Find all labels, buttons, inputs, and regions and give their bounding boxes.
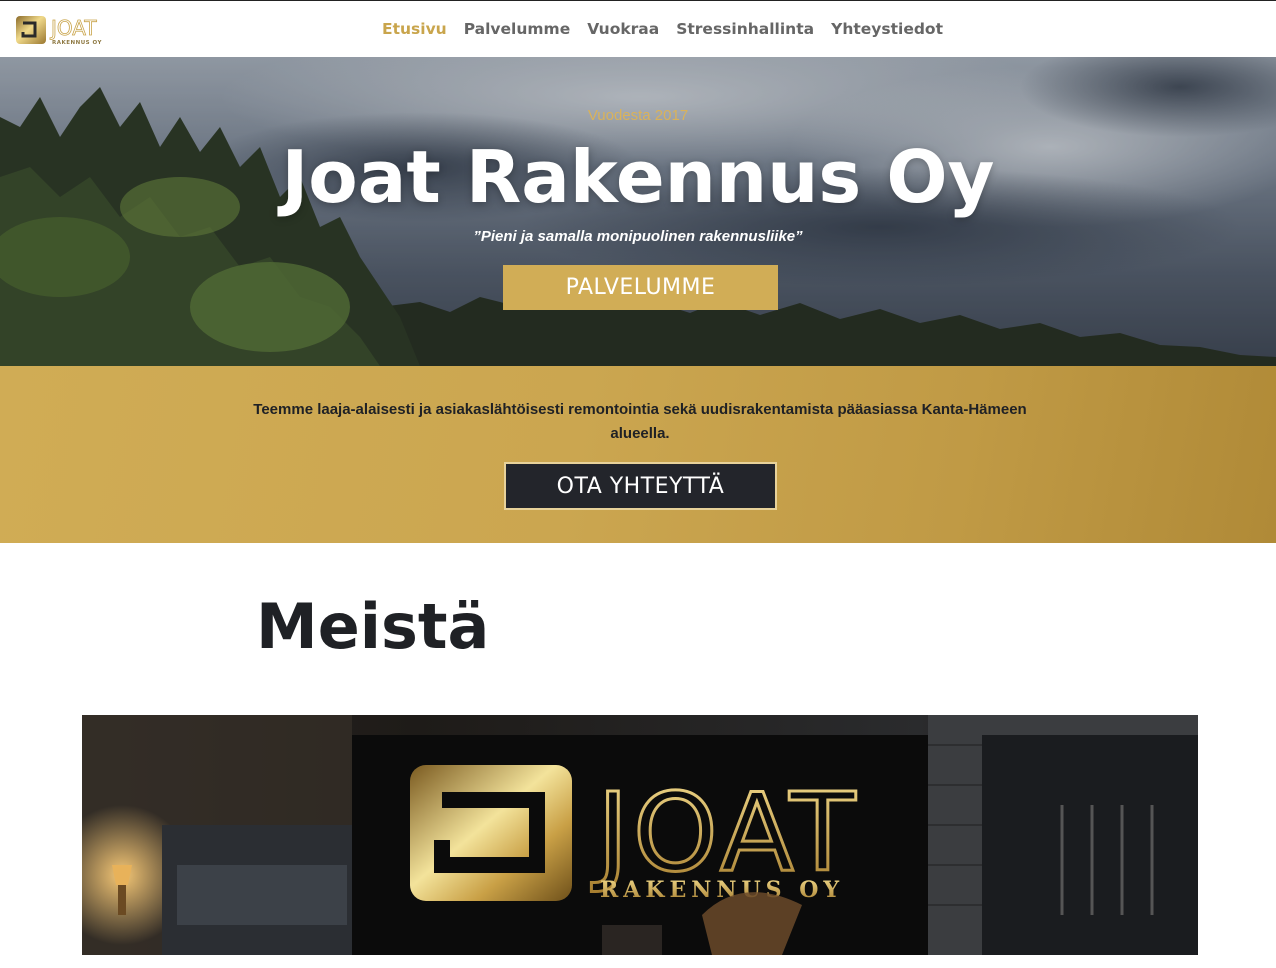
services-button[interactable]: PALVELUMME — [503, 265, 778, 310]
hero-title: Joat Rakennus Oy — [281, 135, 995, 219]
about-title: Meistä — [256, 590, 490, 663]
nav-item-etusivu[interactable]: Etusivu — [382, 20, 447, 38]
about-joat-logo: JOAT RAKENNUS OY — [410, 765, 857, 903]
hero-section: Vuodesta 2017 Joat Rakennus Oy ”Pieni ja… — [0, 57, 1276, 366]
contact-button[interactable]: OTA YHTEYTTÄ — [504, 462, 777, 510]
site-logo[interactable]: JOAT RAKENNUS OY — [15, 14, 110, 46]
nav-item-palvelumme[interactable]: Palvelumme — [464, 20, 571, 38]
joat-logo-icon — [16, 16, 46, 44]
nav-item-vuokraa[interactable]: Vuokraa — [587, 20, 659, 38]
nav-item-stressinhallinta[interactable]: Stressinhallinta — [676, 20, 814, 38]
about-image: JOAT RAKENNUS OY — [82, 715, 1198, 955]
main-nav: Etusivu Palvelumme Vuokraa Stressinhalli… — [382, 20, 943, 38]
site-header: JOAT RAKENNUS OY Etusivu Palvelumme Vuok… — [0, 0, 1276, 57]
about-photo: JOAT RAKENNUS OY — [82, 715, 1198, 955]
about-logo-subtitle: RAKENNUS OY — [600, 877, 844, 903]
intro-band: Teemme laaja-alaisesti ja asiakaslähtöis… — [0, 366, 1276, 543]
hero-tagline: ”Pieni ja samalla monipuolinen rakennusl… — [473, 228, 803, 245]
logo-wordmark: JOAT — [49, 16, 97, 40]
intro-text: Teemme laaja-alaisesti ja asiakaslähtöis… — [253, 401, 1027, 442]
logo-subtitle: RAKENNUS OY — [52, 40, 103, 46]
nav-item-yhteystiedot[interactable]: Yhteystiedot — [831, 20, 943, 38]
hero-eyebrow: Vuodesta 2017 — [587, 107, 689, 124]
